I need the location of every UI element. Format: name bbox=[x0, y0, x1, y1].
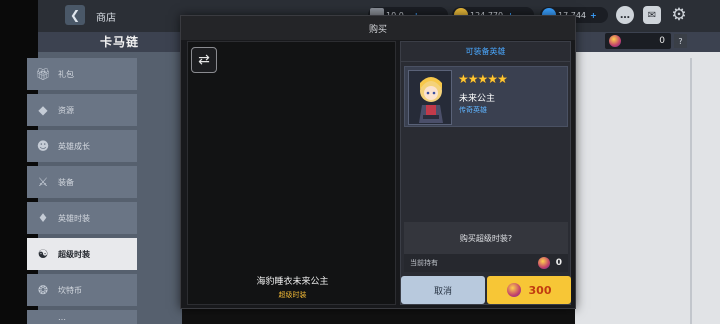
cancel-button[interactable]: 取消 bbox=[401, 276, 485, 304]
sidebar-item-label: 超级时装 bbox=[58, 249, 90, 259]
sidebar-item-label: 英雄时装 bbox=[58, 213, 90, 223]
chevron-left-icon: ❮ bbox=[69, 8, 81, 22]
purchase-modal: 购买 ⇄ 海豹睡衣未来公主 超级时装 可装备英雄 ★ ★ ★ ★ ★ 未来公主 … bbox=[180, 15, 576, 309]
owned-value: 0 bbox=[537, 257, 562, 269]
plus-icon[interactable]: + bbox=[590, 11, 597, 20]
sidebar-item-hero-growth[interactable]: ☻ 英雄成长 bbox=[27, 130, 137, 162]
gem-icon bbox=[537, 257, 550, 269]
sidebar-item-label: 装备 bbox=[58, 177, 74, 187]
hero-costume-icon: ♦ bbox=[37, 211, 49, 225]
buy-price: 300 bbox=[528, 283, 552, 297]
buy-prompt: 购买超级时装? bbox=[404, 222, 568, 254]
owned-value-number: 0 bbox=[555, 258, 562, 268]
sidebar-item-hero-costume[interactable]: ♦ 英雄时装 bbox=[27, 202, 137, 234]
sidebar-item-gift[interactable]: 🎁︎ 礼包 bbox=[27, 58, 137, 90]
costume-preview: ⇄ 海豹睡衣未来公主 超级时装 bbox=[187, 41, 396, 305]
diamond-icon: ◆ bbox=[38, 103, 48, 117]
hero-rank: 传奇英雄 bbox=[459, 106, 487, 114]
sidebar-item-resources[interactable]: ◆ 资源 bbox=[27, 94, 137, 126]
hero-card[interactable]: ★ ★ ★ ★ ★ 未来公主 传奇英雄 bbox=[404, 66, 568, 127]
page-title: 商店 bbox=[96, 13, 116, 24]
costume-type: 超级时装 bbox=[278, 291, 307, 299]
owned-label: 当前持有 bbox=[410, 259, 438, 267]
buy-button[interactable]: 300 bbox=[487, 276, 571, 304]
sidebar-item-more[interactable]: … bbox=[27, 310, 137, 324]
hero-growth-icon: ☻ bbox=[36, 139, 50, 153]
sidebar-item-label: … bbox=[58, 312, 66, 322]
gem-icon bbox=[609, 35, 621, 47]
sidebar-item-super-costume[interactable]: ☯ 超级时装 bbox=[27, 238, 137, 270]
gift-icon: 🎁︎ bbox=[35, 67, 51, 81]
panel-title: 可装备英雄 bbox=[401, 42, 570, 62]
owned-row: 当前持有 0 bbox=[404, 254, 568, 272]
sidebar-item-coin[interactable]: ❂ 坎特币 bbox=[27, 274, 137, 306]
coin-icon: ❂ bbox=[37, 283, 49, 297]
swap-button[interactable]: ⇄ bbox=[191, 47, 217, 73]
help-icon[interactable]: ? bbox=[674, 34, 687, 48]
sidebar-item-label: 坎特币 bbox=[58, 285, 82, 295]
sidebar-item-equipment[interactable]: ⚔ 装备 bbox=[27, 166, 137, 198]
chat-icon[interactable]: … bbox=[616, 6, 634, 24]
equipable-hero-panel: 可装备英雄 ★ ★ ★ ★ ★ 未来公主 传奇英雄 购买超级时装? 当前持有 0 bbox=[400, 41, 571, 305]
right-content-background bbox=[575, 52, 720, 324]
sidebar-item-label: 英雄成长 bbox=[58, 141, 90, 151]
equipment-icon: ⚔ bbox=[37, 175, 49, 189]
hero-portrait bbox=[408, 70, 452, 125]
modal-title: 购买 bbox=[181, 16, 575, 40]
right-currency-box: 0 bbox=[605, 33, 671, 49]
back-button[interactable]: ❮ bbox=[65, 5, 85, 25]
super-costume-icon: ☯ bbox=[37, 247, 49, 261]
mail-icon[interactable]: ✉ bbox=[643, 6, 661, 24]
shop-logo: 卡马链 bbox=[100, 35, 140, 49]
sidebar-item-label: 礼包 bbox=[58, 69, 74, 79]
right-currency-value: 0 bbox=[659, 36, 665, 46]
gem-icon bbox=[506, 283, 521, 297]
costume-name: 海豹睡衣未来公主 bbox=[256, 277, 329, 287]
settings-icon[interactable]: ⚙ bbox=[670, 5, 688, 25]
star-icon: ★ bbox=[497, 72, 508, 86]
swap-icon: ⇄ bbox=[198, 52, 210, 68]
sidebar-item-label: 资源 bbox=[58, 105, 74, 115]
more-icon bbox=[35, 309, 51, 324]
hero-name: 未来公主 bbox=[459, 94, 496, 104]
hero-star-rating: ★ ★ ★ ★ ★ bbox=[458, 72, 508, 86]
scrollbar[interactable] bbox=[690, 58, 692, 324]
